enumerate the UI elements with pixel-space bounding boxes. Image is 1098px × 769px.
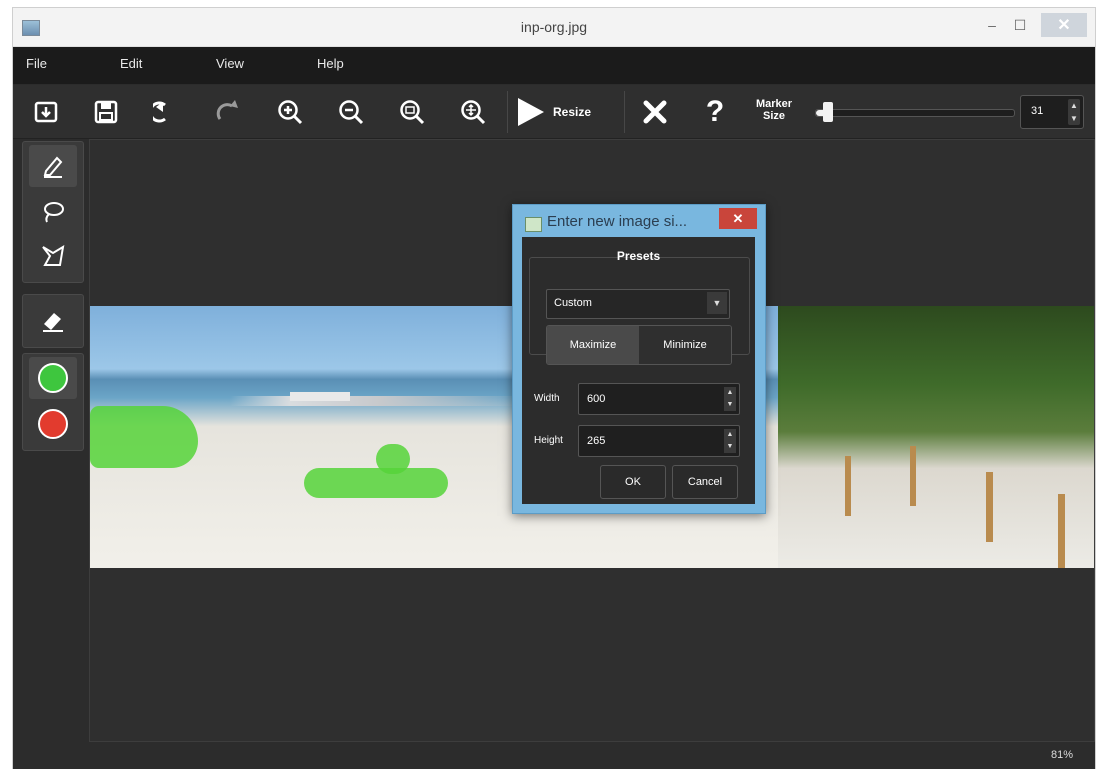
minimize-preset-button[interactable]: Minimize [639,326,731,364]
marker-icon [43,156,63,178]
toolbar-separator [507,91,508,133]
resize-label: Resize [553,105,592,119]
lasso-tool-button[interactable] [29,190,77,232]
marker-size-slider-handle[interactable] [822,102,833,122]
preset-selected: Custom [554,297,592,309]
lasso-icon [44,202,64,223]
color-tools-group [22,353,84,451]
help-icon[interactable]: ? [695,92,735,132]
dialog-app-icon [525,217,542,232]
dialog-body: Presets Custom ▼ Maximize Minimize Width… [522,237,755,504]
toolbar: Resize ? Marker Size 31 ▲ ▼ [13,85,1095,139]
window-title: inp-org.jpg [520,19,588,35]
height-value[interactable]: 265 [587,435,605,447]
minimize-button[interactable]: – [980,13,1004,37]
marker-tool-button[interactable] [29,145,77,187]
maximize-button[interactable]: ☐ [1008,13,1032,37]
dialog-title: Enter new image si... [547,213,688,230]
dialog-close-button[interactable]: ✕ [719,208,757,229]
toolbar-separator [624,91,625,133]
remove-color-button[interactable] [29,403,77,445]
menu-bar: File Edit View Help [13,47,1095,84]
undo-icon[interactable] [147,92,187,132]
marker-label-line1: Marker [755,98,793,110]
keep-color-button[interactable] [29,357,77,399]
zoom-fit-icon[interactable] [392,92,432,132]
fence-post [1058,494,1065,568]
cancel-icon[interactable] [635,92,675,132]
width-label: Width [534,393,560,404]
menu-view[interactable]: View [216,56,244,71]
cancel-button[interactable]: Cancel [672,465,738,499]
polygon-tool-button[interactable] [29,235,77,277]
marker-size-spinbox[interactable]: 31 ▲ ▼ [1020,95,1084,129]
open-icon[interactable] [26,92,66,132]
horizon-boats [230,396,530,406]
ok-button[interactable]: OK [600,465,666,499]
mask-stroke-center [304,468,448,498]
remove-color-icon [38,409,68,439]
height-field[interactable]: 265 ▲ ▼ [578,425,740,457]
save-icon[interactable] [86,92,126,132]
zoom-actual-icon[interactable] [453,92,493,132]
marker-size-value[interactable]: 31 [1031,105,1043,117]
eraser-tools-group [22,294,84,348]
menu-edit[interactable]: Edit [120,56,142,71]
menu-file[interactable]: File [26,56,47,71]
preset-dropdown[interactable]: Custom ▼ [546,289,730,319]
marker-label-line2: Size [762,110,785,122]
zoom-level: 81% [1050,749,1073,761]
presets-title: Presets [616,249,661,263]
status-bar: 81% [13,742,1095,769]
help-glyph: ? [705,95,725,128]
palm-trees-area [778,306,1094,568]
spin-arrows[interactable]: ▲ ▼ [1068,99,1080,125]
menu-help[interactable]: Help [317,56,344,71]
resize-button[interactable]: Resize [513,91,617,133]
height-label: Height [534,435,563,446]
eraser-tool-button[interactable] [29,299,77,341]
width-spin-arrows[interactable]: ▲ ▼ [724,387,736,411]
boat [290,392,350,401]
marker-size-label: Marker Size [754,98,794,122]
maximize-preset-button[interactable]: Maximize [547,326,639,364]
fence-post [986,472,993,542]
close-button[interactable]: ✕ [1041,13,1087,37]
keep-color-icon [38,363,68,393]
fence-post [845,456,851,516]
title-bar: inp-org.jpg – ☐ ✕ [13,8,1095,47]
fence-post [910,446,916,506]
preset-toggle: Maximize Minimize [546,325,732,365]
chevron-down-icon: ▼ [707,292,727,314]
width-value[interactable]: 600 [587,393,605,405]
height-spin-arrows[interactable]: ▲ ▼ [724,429,736,453]
resize-dialog: Enter new image si... ✕ Presets Custom ▼… [512,204,766,514]
redo-icon[interactable] [208,92,248,132]
mask-stroke-center-top [376,444,410,474]
width-field[interactable]: 600 ▲ ▼ [578,383,740,415]
marker-size-slider-track[interactable] [815,109,1015,117]
play-icon [518,98,544,126]
zoom-out-icon[interactable] [331,92,371,132]
eraser-icon [43,313,63,332]
mask-stroke-left [90,406,198,468]
selection-tools-group [22,141,84,283]
zoom-in-icon[interactable] [270,92,310,132]
polygon-icon [42,245,65,266]
